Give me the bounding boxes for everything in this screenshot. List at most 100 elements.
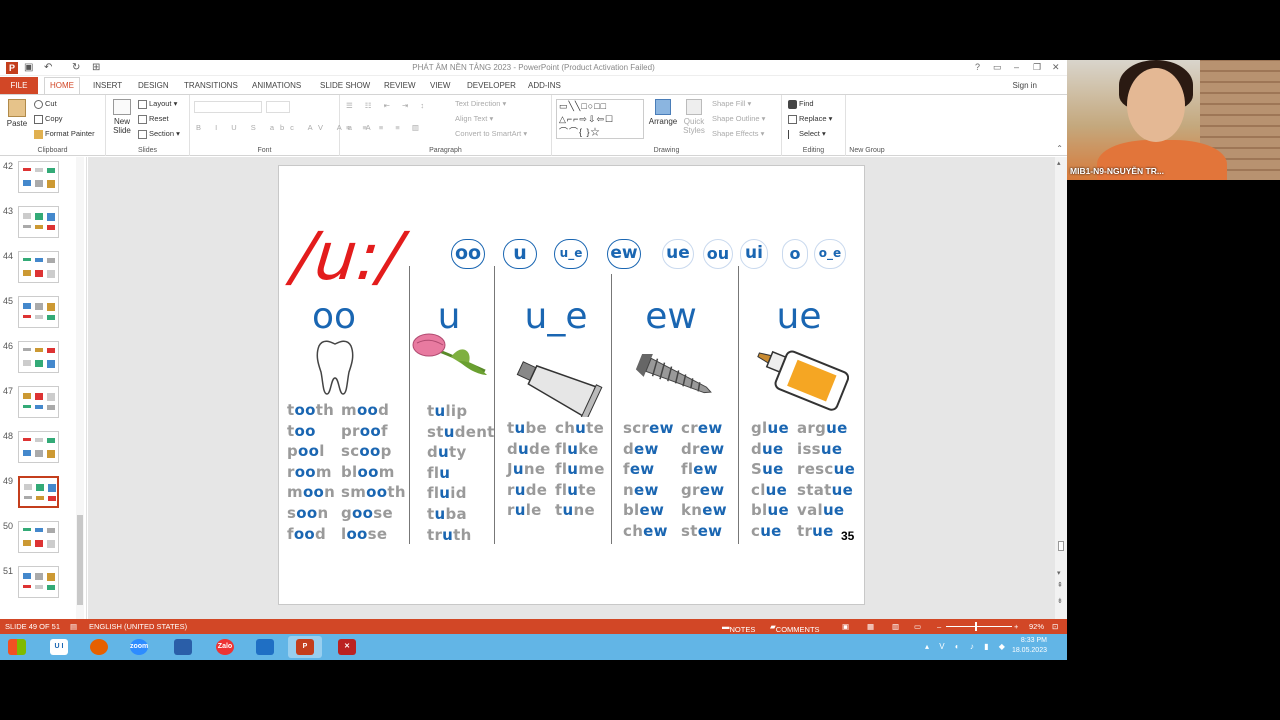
help-icon[interactable]: ? [975, 62, 980, 72]
taskbar-app-4[interactable] [166, 636, 200, 658]
align-buttons[interactable]: ≡ ≡ ≡ ≡ ▥ [346, 123, 424, 132]
system-tray-icons[interactable]: ▴ V ◐ ♪ ▮ ◆ [925, 642, 1009, 651]
tab-animations[interactable]: ANIMATIONS [252, 81, 301, 90]
close-icon[interactable]: ✕ [1052, 62, 1060, 73]
reading-view-icon[interactable]: ▥ [892, 622, 899, 631]
example-word: tune [555, 501, 595, 520]
taskbar-firefox[interactable] [82, 636, 116, 658]
example-word: value [797, 501, 845, 520]
tab-review[interactable]: REVIEW [384, 81, 416, 90]
comments-button[interactable]: ▰ COMMENTS [770, 622, 820, 634]
column-divider [611, 274, 612, 544]
slide-thumbnail[interactable]: 46 [0, 341, 87, 381]
example-word: rude [507, 480, 548, 499]
start-button[interactable] [2, 636, 32, 658]
thumbnail-scroll-thumb[interactable] [77, 515, 83, 605]
tab-design[interactable]: DESIGN [138, 81, 169, 90]
paste-button[interactable]: Paste [4, 99, 30, 128]
example-word: student [427, 422, 495, 441]
minimize-icon[interactable]: – [1014, 62, 1019, 72]
shape-fill-button[interactable]: Shape Fill ▾ [712, 99, 751, 108]
shapes-gallery[interactable]: ▭╲╲□○□□ △⌐⌐⇨⇩⇦☐ ⌒⌒{ }☆ [556, 99, 644, 139]
copy-button[interactable]: Copy [34, 114, 63, 124]
example-word: scoop [341, 442, 392, 461]
text-direction-button[interactable]: Text Direction ▾ [455, 99, 506, 108]
reset-button[interactable]: Reset [138, 114, 169, 124]
find-button[interactable]: Find [788, 99, 814, 109]
restore-icon[interactable]: ❐ [1033, 62, 1041, 73]
tab-insert[interactable]: INSERT [93, 81, 122, 90]
layout-button[interactable]: Layout ▾ [138, 99, 177, 109]
collapse-ribbon-icon[interactable]: ⌃ [1056, 144, 1063, 153]
slide-scroll-thumb[interactable] [1058, 541, 1064, 551]
taskbar-zoom[interactable]: zoom [122, 636, 156, 658]
section-button[interactable]: Section ▾ [138, 129, 180, 139]
tab-transitions[interactable]: TRANSITIONS [184, 81, 238, 90]
example-word: duty [427, 443, 467, 462]
taskbar-zalo[interactable]: Zalo [208, 636, 242, 658]
font-family-box[interactable] [194, 101, 262, 113]
zoom-slider-thumb[interactable] [975, 622, 977, 631]
arrange-button[interactable]: Arrange [648, 99, 678, 126]
taskbar-app-9[interactable]: ✕ [330, 636, 364, 658]
clipboard-group: Paste Cut Copy Format Painter Clipboard [0, 95, 106, 156]
zoom-slider[interactable] [946, 626, 1012, 627]
font-size-box[interactable] [266, 101, 290, 113]
slide-thumbnail[interactable]: 43 [0, 206, 87, 246]
new-slide-button[interactable]: New Slide [110, 99, 134, 135]
slide-thumbnail[interactable]: 49 [0, 476, 87, 516]
slide-thumbnail-image [18, 521, 59, 553]
example-word: room [287, 462, 332, 481]
tab-home[interactable]: HOME [44, 77, 80, 95]
normal-view-icon[interactable]: ▣ [842, 622, 849, 631]
tab-add-ins[interactable]: ADD-INS [528, 81, 561, 90]
previous-slide-icon[interactable]: ⇞ [1057, 581, 1063, 589]
align-text-button[interactable]: Align Text ▾ [455, 114, 493, 123]
taskbar-app-uni[interactable]: U I [42, 636, 76, 658]
slide-sorter-icon[interactable]: ▦ [867, 622, 874, 631]
cut-button[interactable]: Cut [34, 99, 57, 109]
tab-file[interactable]: FILE [0, 77, 38, 94]
shape-outline-button[interactable]: Shape Outline ▾ [712, 114, 765, 123]
slideshow-view-icon[interactable]: ▭ [914, 622, 921, 631]
layout-icon [138, 99, 147, 109]
tab-slide-show[interactable]: SLIDE SHOW [320, 81, 370, 90]
list-buttons[interactable]: ☰ ☷ ⇤ ⇥ ↕ [346, 101, 429, 110]
taskbar-powerpoint[interactable]: P [288, 636, 322, 658]
slide-thumbnail[interactable]: 42 [0, 161, 87, 201]
sign-in-link[interactable]: Sign in [1013, 81, 1037, 90]
slide-scrollbar[interactable]: ▴ ▾ ⇞ ⇟ [1055, 157, 1067, 619]
quick-styles-button[interactable]: Quick Styles [680, 99, 708, 135]
thumbnail-scrollbar[interactable] [76, 157, 84, 619]
windows-logo-icon [8, 639, 26, 655]
next-slide-icon[interactable]: ⇟ [1057, 597, 1063, 605]
zoom-level[interactable]: 92% [1029, 622, 1044, 631]
current-slide[interactable]: /u:/ oo u u_e ew ue ou ui o o_e oo tooth mood too pr… [278, 165, 865, 605]
font-group: B I U S abc AV Aa A Font [190, 95, 371, 156]
shape-effects-button[interactable]: Shape Effects ▾ [712, 129, 764, 138]
slide-thumbnail[interactable]: 50 [0, 521, 87, 561]
convert-smartart-button[interactable]: Convert to SmartArt ▾ [455, 129, 527, 138]
slide-thumbnail[interactable]: 47 [0, 386, 87, 426]
slide-thumbnail[interactable]: 51 [0, 566, 87, 606]
select-button[interactable]: Select ▾ [788, 129, 826, 139]
notes-button[interactable]: ▬ NOTES [722, 622, 755, 634]
ribbon-display-icon[interactable]: ▭ [993, 62, 1002, 73]
language-indicator[interactable]: ENGLISH (UNITED STATES) [89, 622, 187, 631]
ribbon: Paste Cut Copy Format Painter Clipboard … [0, 94, 1067, 156]
scroll-up-icon[interactable]: ▴ [1057, 159, 1061, 167]
tab-developer[interactable]: DEVELOPER [467, 81, 516, 90]
spellcheck-icon[interactable]: ▤ [70, 622, 77, 631]
slide-thumbnail[interactable]: 44 [0, 251, 87, 291]
tab-view[interactable]: VIEW [430, 81, 450, 90]
replace-button[interactable]: Replace ▾ [788, 114, 832, 124]
scroll-down-icon[interactable]: ▾ [1057, 569, 1061, 577]
zoom-out-icon[interactable]: – [937, 622, 941, 631]
system-clock[interactable]: 8:33 PM 18.05.2023 [1012, 636, 1047, 656]
slide-thumbnail[interactable]: 48 [0, 431, 87, 471]
slide-thumbnail[interactable]: 45 [0, 296, 87, 336]
taskbar-file-explorer[interactable] [248, 636, 282, 658]
zoom-in-icon[interactable]: + [1014, 622, 1018, 631]
fit-slide-icon[interactable]: ⊡ [1052, 622, 1058, 631]
format-painter-button[interactable]: Format Painter [34, 129, 95, 139]
